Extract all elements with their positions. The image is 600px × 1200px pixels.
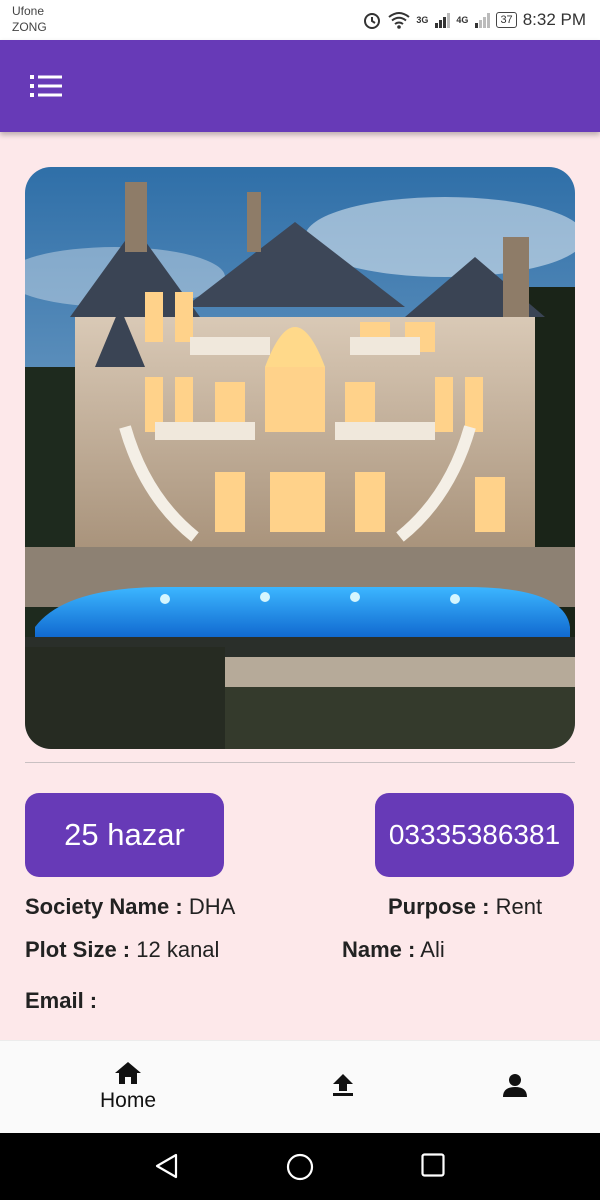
signal-icon (435, 13, 451, 28)
property-image (25, 167, 575, 749)
nav-upload[interactable] (318, 1041, 368, 1134)
signal-type-2: 4G (456, 15, 469, 25)
purpose-label: Purpose : (388, 894, 490, 919)
signal-type-1: 3G (416, 15, 429, 25)
wifi-icon (388, 12, 411, 29)
upload-icon (333, 1074, 353, 1096)
carrier-names: Ufone ZONG (12, 3, 47, 35)
purpose-row: Purpose : Rent (388, 894, 542, 920)
name-label: Name : (342, 937, 416, 962)
home-icon (115, 1062, 141, 1084)
society-label: Society Name : (25, 894, 183, 919)
society-value: DHA (188, 894, 236, 919)
back-icon[interactable] (154, 1153, 180, 1179)
home-circle-icon[interactable] (286, 1153, 314, 1181)
alarm-icon (364, 13, 381, 29)
price-button[interactable]: 25 hazar (25, 793, 224, 877)
clock: 8:32 PM (522, 10, 586, 29)
plot-size-label: Plot Size : (25, 937, 131, 962)
app-bar (0, 40, 600, 132)
name-value: Ali (420, 937, 445, 962)
plot-size-row: Plot Size : 12 kanal (25, 937, 219, 963)
listing-content: 25 hazar 03335386381 Society Name : DHA … (0, 132, 600, 1040)
name-row: Name : Ali (342, 937, 445, 963)
signal-icon-2 (475, 13, 491, 28)
email-row: Email : (25, 988, 97, 1014)
divider (25, 762, 575, 763)
plot-size-value: 12 kanal (136, 937, 220, 962)
nav-home-label: Home (99, 1089, 157, 1112)
recents-icon[interactable] (421, 1153, 445, 1177)
carrier-2: ZONG (12, 20, 47, 34)
nav-profile[interactable] (490, 1041, 540, 1134)
status-icons: 3G 4G 37 8:32 PM (362, 8, 586, 32)
phone-button[interactable]: 03335386381 (375, 793, 574, 877)
nav-home[interactable]: Home (78, 1041, 178, 1134)
list-icon[interactable] (30, 75, 62, 97)
person-icon (503, 1074, 527, 1097)
status-bar: Ufone ZONG 3G 4G 37 8:32 PM (0, 0, 600, 40)
purpose-value: Rent (495, 894, 543, 919)
email-label: Email : (25, 988, 98, 1013)
battery-icon: 37 (496, 12, 517, 28)
bottom-navigation: Home (0, 1040, 600, 1133)
carrier-1: Ufone (12, 4, 45, 18)
system-navigation-bar (0, 1133, 600, 1200)
society-row: Society Name : DHA (25, 894, 235, 920)
